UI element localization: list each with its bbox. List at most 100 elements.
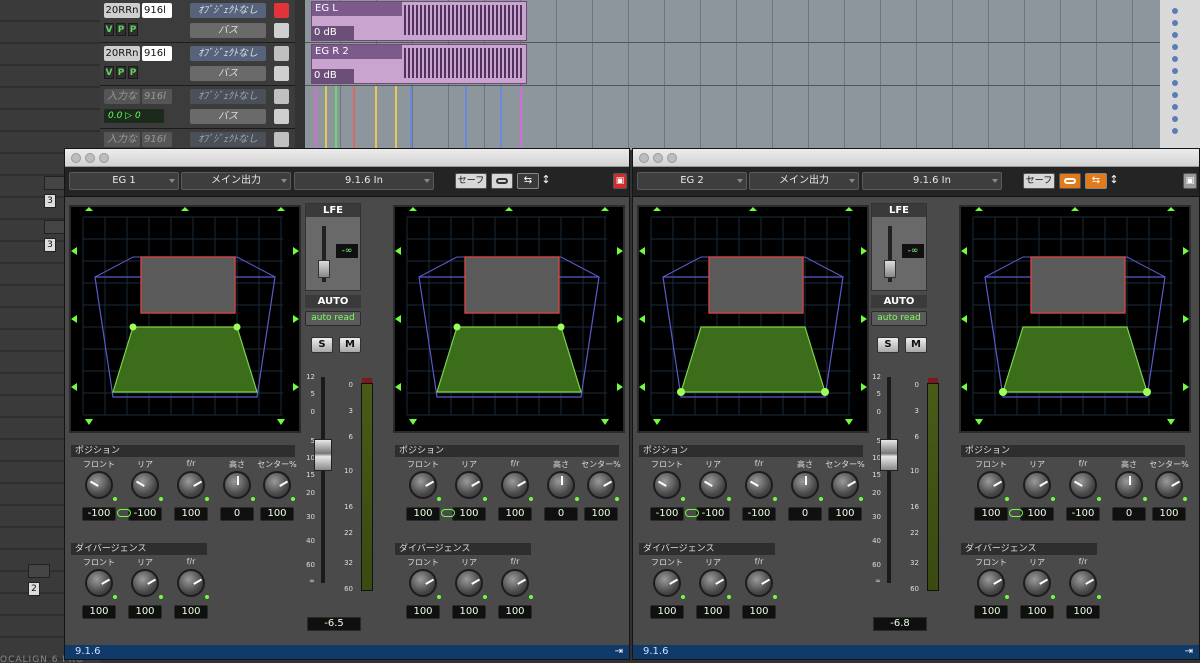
record-button[interactable] — [274, 3, 289, 18]
pan-knob[interactable] — [1069, 569, 1097, 597]
pan-knob[interactable] — [831, 471, 859, 499]
window-titlebar[interactable] — [633, 149, 1199, 167]
panner-display[interactable] — [961, 207, 1189, 431]
knob-value[interactable]: 100 — [498, 507, 532, 521]
link-icon[interactable] — [1059, 173, 1081, 189]
close-window-button[interactable] — [639, 153, 649, 163]
knob-value[interactable]: 100 — [406, 507, 440, 521]
pan-knob[interactable] — [1069, 471, 1097, 499]
knob-value[interactable]: -100 — [128, 507, 162, 521]
link-icon[interactable] — [491, 173, 513, 189]
front-rear-link-icon[interactable] — [117, 509, 131, 517]
knob-value[interactable]: 100 — [650, 605, 684, 619]
p-button[interactable]: P — [128, 66, 138, 79]
knob-value[interactable]: 100 — [1152, 507, 1186, 521]
object-selector[interactable]: ｵﾌﾞｼﾞｪｸﾄなし — [190, 3, 266, 18]
track-row[interactable]: 20RRn 916l ｵﾌﾞｼﾞｪｸﾄなし V P P バス — [100, 43, 295, 86]
invert-icon[interactable]: ⇆ — [1085, 173, 1107, 189]
knob-value[interactable]: 0 — [1112, 507, 1146, 521]
safe-button[interactable]: セーフ — [455, 173, 487, 189]
pan-knob[interactable] — [455, 569, 483, 597]
p-button[interactable]: P — [116, 23, 126, 36]
volume-fader-cap[interactable] — [880, 439, 898, 471]
knob-value[interactable]: 100 — [696, 605, 730, 619]
track-name[interactable]: 20RRn — [104, 46, 140, 61]
resize-icon[interactable]: ↕ — [1109, 173, 1119, 189]
knob-value[interactable]: 100 — [452, 605, 486, 619]
list-icon[interactable] — [274, 66, 289, 81]
record-button[interactable] — [274, 46, 289, 61]
safe-button[interactable]: セーフ — [1023, 173, 1055, 189]
record-enable-icon[interactable]: ▣ — [1183, 173, 1197, 189]
timeline[interactable]: EG L 0 dB EG R 2 0 dB — [305, 0, 1160, 150]
panner-window-eg2[interactable]: EG 2 メイン出力 9.1.6 In セーフ ⇆ ↕ ▣ LFE -∞ AUT… — [632, 148, 1200, 660]
expand-icon[interactable]: ⇥ — [615, 645, 623, 659]
knob-value[interactable]: -100 — [82, 507, 116, 521]
pan-knob[interactable] — [1115, 471, 1143, 499]
track-format[interactable]: 916l — [142, 132, 172, 147]
knob-value[interactable]: 100 — [742, 605, 776, 619]
audio-clip[interactable]: EG L 0 dB — [311, 1, 527, 41]
pan-knob[interactable] — [409, 569, 437, 597]
list-icon[interactable] — [274, 109, 289, 124]
fader-track[interactable] — [887, 377, 891, 583]
bus-selector[interactable]: バス — [190, 23, 266, 38]
track-lane[interactable]: EG R 2 0 dB — [305, 43, 1160, 86]
volume-fader-cap[interactable] — [314, 439, 332, 471]
pan-knob[interactable] — [547, 471, 575, 499]
front-rear-link-icon[interactable] — [441, 509, 455, 517]
knob-value[interactable]: 0 — [788, 507, 822, 521]
expand-icon[interactable]: ⇥ — [1185, 645, 1193, 659]
object-selector[interactable]: ｵﾌﾞｼﾞｪｸﾄなし — [190, 89, 266, 104]
knob-value[interactable]: 100 — [174, 605, 208, 619]
pan-knob[interactable] — [1023, 569, 1051, 597]
panner-right[interactable] — [393, 205, 625, 433]
clip-gain[interactable]: 0 dB — [312, 69, 354, 83]
knob-value[interactable]: -100 — [650, 507, 684, 521]
minimize-window-button[interactable] — [85, 153, 95, 163]
knob-value[interactable]: 0 — [544, 507, 578, 521]
knob-value[interactable]: 100 — [452, 507, 486, 521]
panner-display[interactable] — [395, 207, 623, 431]
lfe-value[interactable]: -∞ — [336, 244, 358, 258]
pan-knob[interactable] — [1023, 471, 1051, 499]
knob-value[interactable]: 100 — [498, 605, 532, 619]
output-selector[interactable]: メイン出力 — [181, 172, 291, 190]
minimize-window-button[interactable] — [653, 153, 663, 163]
panner-left[interactable] — [69, 205, 301, 433]
knob-value[interactable]: 100 — [974, 605, 1008, 619]
track-row[interactable]: 20RRn 916l ｵﾌﾞｼﾞｪｸﾄなし V P P バス — [100, 0, 295, 43]
pan-knob[interactable] — [653, 569, 681, 597]
knob-value[interactable]: 100 — [1066, 605, 1100, 619]
vertical-scrollbar[interactable] — [1160, 0, 1200, 150]
track-cell[interactable] — [44, 176, 66, 190]
resize-icon[interactable]: ↕ — [541, 173, 551, 189]
panner-left[interactable] — [637, 205, 869, 433]
knob-value[interactable]: 100 — [974, 507, 1008, 521]
mute-button[interactable]: M — [905, 337, 927, 353]
record-button[interactable] — [274, 89, 289, 104]
pan-knob[interactable] — [455, 471, 483, 499]
front-rear-link-icon[interactable] — [685, 509, 699, 517]
lfe-fader-cap[interactable] — [884, 260, 896, 278]
record-button[interactable] — [274, 132, 289, 147]
track-row[interactable]: 入力な 916l ｵﾌﾞｼﾞｪｸﾄなし 0.0 ▷ 0 バス — [100, 86, 295, 129]
pan-knob[interactable] — [131, 569, 159, 597]
pan-knob[interactable] — [177, 471, 205, 499]
track-name[interactable]: 20RRn — [104, 3, 140, 18]
volume-readout[interactable]: 0.0 ▷ 0 — [104, 109, 164, 123]
p-button[interactable]: P — [116, 66, 126, 79]
lfe-fader-cap[interactable] — [318, 260, 330, 278]
object-selector[interactable]: ｵﾌﾞｼﾞｪｸﾄなし — [190, 132, 266, 147]
bus-selector[interactable]: バス — [190, 66, 266, 81]
solo-button[interactable]: S — [877, 337, 899, 353]
pan-knob[interactable] — [977, 569, 1005, 597]
track-cell[interactable] — [44, 220, 66, 234]
pan-knob[interactable] — [85, 471, 113, 499]
track-name[interactable]: 入力な — [104, 89, 140, 104]
knob-value[interactable]: -100 — [1066, 507, 1100, 521]
knob-value[interactable]: 100 — [584, 507, 618, 521]
audio-clip[interactable]: EG R 2 0 dB — [311, 44, 527, 84]
v-button[interactable]: V — [104, 23, 114, 36]
pan-knob[interactable] — [223, 471, 251, 499]
